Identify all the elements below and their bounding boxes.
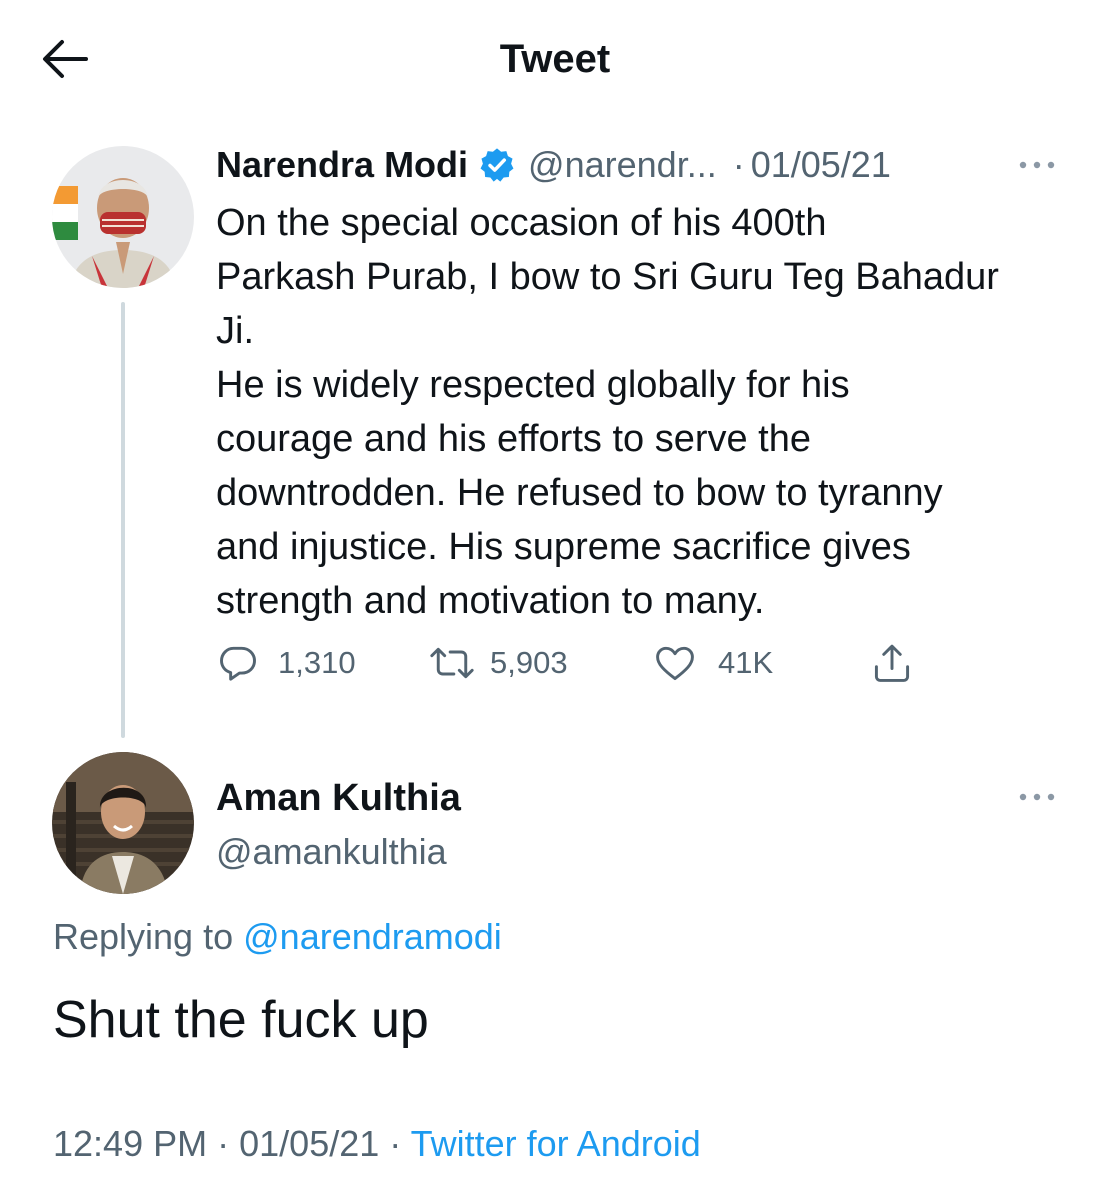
tweet-header: Narendra Modi @narendr... · 01/05/21 xyxy=(216,140,891,190)
retweet-button[interactable]: 5,903 xyxy=(428,638,568,688)
like-button[interactable]: 41K xyxy=(652,638,773,688)
replying-to-mention[interactable]: @narendramodi xyxy=(243,916,502,957)
reply-icon xyxy=(220,646,256,681)
reply-button[interactable]: 1,310 xyxy=(216,638,356,688)
retweet-count: 5,903 xyxy=(490,645,568,680)
tweet-date[interactable]: 01/05/21 xyxy=(751,144,891,186)
separator-dot: · xyxy=(732,144,745,185)
retweet-icon xyxy=(430,647,474,679)
meta-separator: · xyxy=(389,1123,402,1164)
tweet-meta: 12:49 PM · 01/05/21 · Twitter for Androi… xyxy=(53,1118,701,1170)
author-avatar[interactable] xyxy=(52,146,194,288)
back-arrow-icon xyxy=(43,40,88,78)
tweet-text-line: courage and his efforts to serve the xyxy=(216,418,811,460)
reply-author-handle[interactable]: @amankulthia xyxy=(216,828,447,876)
author-name[interactable]: Narendra Modi xyxy=(216,144,468,186)
reply-text: Shut the fuck up xyxy=(53,991,429,1049)
tweet-text-line: Ji. xyxy=(216,310,254,352)
tweet-text-line: strength and motivation to many. xyxy=(216,580,765,622)
verified-badge-icon xyxy=(478,146,516,184)
share-icon xyxy=(874,644,910,682)
tweet-time[interactable]: 12:49 PM xyxy=(53,1123,207,1164)
tweet-text-line: downtrodden. He refused to bow to tyrann… xyxy=(216,472,943,514)
tweet-text-line: and injustice. His supreme sacrifice giv… xyxy=(216,526,911,568)
like-count: 41K xyxy=(718,645,774,680)
tweet-text-line: He is widely respected globally for his xyxy=(216,364,850,406)
back-button[interactable] xyxy=(40,36,90,82)
like-icon xyxy=(656,646,694,681)
reply-more-button[interactable] xyxy=(1014,782,1060,812)
tweet-text-line: Parkash Purab, I bow to Sri Guru Teg Bah… xyxy=(216,256,999,298)
meta-separator: · xyxy=(217,1123,230,1164)
tweet-source-link[interactable]: Twitter for Android xyxy=(411,1123,701,1164)
more-icon xyxy=(1019,161,1055,169)
reply-author-name[interactable]: Aman Kulthia xyxy=(216,774,461,822)
reply-author-avatar[interactable] xyxy=(52,752,194,894)
page-title: Tweet xyxy=(499,37,611,81)
thread-line xyxy=(121,302,125,738)
replying-to-line: Replying to @narendramodi xyxy=(53,912,502,962)
tweet-more-button[interactable] xyxy=(1014,150,1060,180)
reply-count: 1,310 xyxy=(278,645,356,680)
tweet-full-date[interactable]: 01/05/21 xyxy=(239,1123,379,1164)
share-button[interactable] xyxy=(870,638,914,688)
tweet-text: On the special occasion of his 400th Par… xyxy=(216,196,1076,628)
author-handle[interactable]: @narendr... xyxy=(528,144,717,186)
tweet-text-line: On the special occasion of his 400th xyxy=(216,202,827,244)
replying-to-label: Replying to xyxy=(53,916,234,957)
more-icon xyxy=(1019,793,1055,801)
